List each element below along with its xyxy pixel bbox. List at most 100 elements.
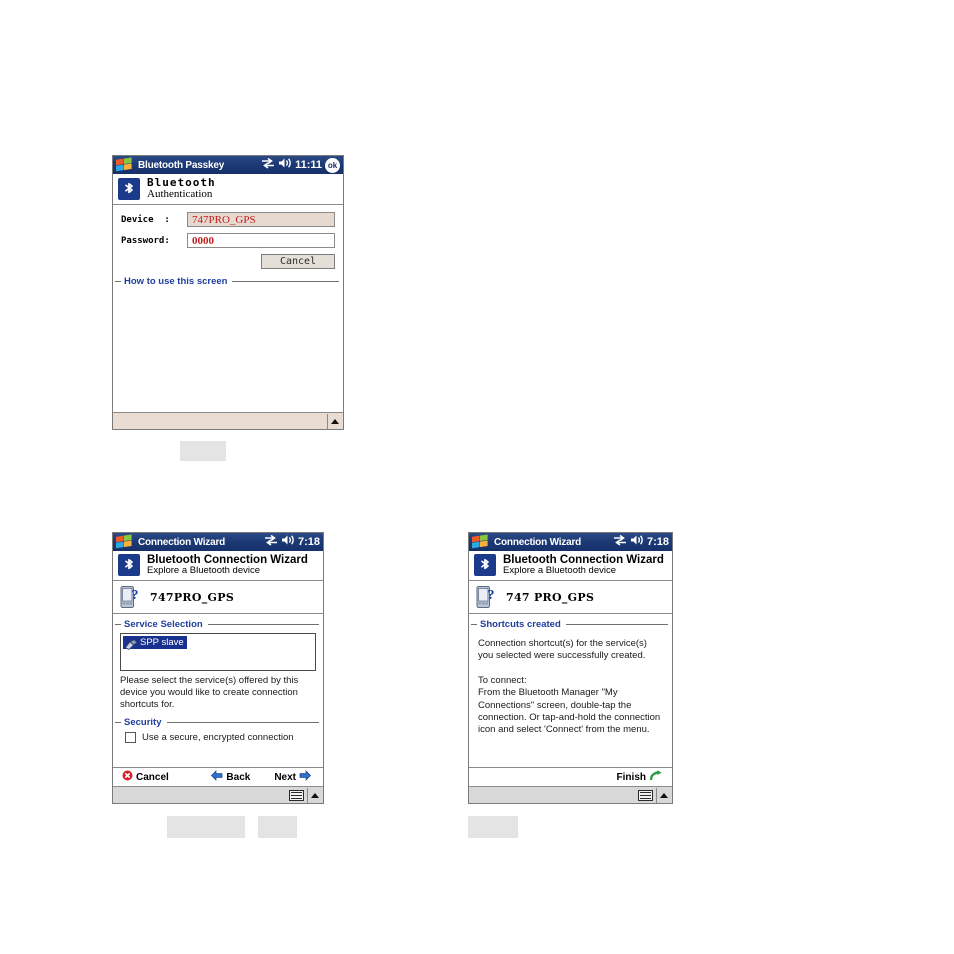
- svg-text:?: ?: [488, 588, 495, 603]
- panel3-header-text: Bluetooth Connection Wizard Explore a Bl…: [503, 554, 664, 576]
- panel2-softbar: [113, 786, 323, 803]
- help-group-heading: How to use this screen: [113, 276, 343, 287]
- sip-separator: [656, 787, 657, 803]
- finish-button[interactable]: Finish: [614, 769, 662, 785]
- panel3-tray: 7:18: [613, 533, 672, 551]
- caption-box-1: [180, 441, 226, 461]
- panel3-clock: 7:18: [646, 536, 669, 548]
- device-row: Device : 747PRO_GPS: [121, 212, 335, 228]
- password-row: Password: 0000: [121, 233, 335, 249]
- cancel-button[interactable]: Cancel: [261, 254, 335, 270]
- connection-wizard-finish-window: Connection Wizard 7:18 Bluetooth Connect…: [468, 532, 673, 804]
- windows-start-flag-icon[interactable]: [114, 534, 134, 550]
- panel2-titlebar: Connection Wizard 7:18: [113, 533, 323, 551]
- panel2-header-line2: Explore a Bluetooth device: [147, 565, 261, 577]
- security-group-heading: Security: [113, 717, 323, 728]
- group-rule: [232, 281, 339, 283]
- up-caret-icon[interactable]: [331, 418, 339, 424]
- panel2-command-bar: Cancel Back Next: [113, 767, 323, 786]
- panel1-clock: 11:11: [295, 159, 322, 171]
- next-arrow-icon: [299, 770, 311, 784]
- panel3-sip-area: [638, 787, 672, 803]
- group-dash: [471, 624, 477, 626]
- volume-icon[interactable]: [278, 156, 292, 174]
- help-body-blank: [113, 290, 343, 412]
- service-selection-label: Service Selection: [124, 619, 203, 631]
- connectivity-icon[interactable]: [264, 533, 278, 551]
- pda-device-question-icon: ?: [119, 585, 140, 609]
- service-plug-icon: [124, 637, 138, 651]
- windows-start-flag-icon[interactable]: [114, 157, 134, 173]
- list-item-label: SPP slave: [140, 637, 184, 649]
- panel3-command-bar: Finish: [469, 767, 672, 786]
- service-list[interactable]: SPP slave: [120, 633, 316, 672]
- panel3-header-line2: Explore a Bluetooth device: [503, 565, 617, 577]
- ok-button[interactable]: ok: [325, 157, 340, 173]
- panel2-clock: 7:18: [297, 536, 320, 548]
- panel1-header-text: Bluetooth Authentication: [147, 177, 216, 200]
- back-button[interactable]: Back: [211, 770, 253, 784]
- finish-arrow-icon: [649, 769, 662, 785]
- cancel-x-icon: [122, 770, 133, 784]
- panel3-device-row: ? 747 PRO_GPS: [469, 581, 672, 615]
- panel2-header-text: Bluetooth Connection Wizard Explore a Bl…: [147, 554, 308, 576]
- panel1-sip-area: [324, 413, 343, 429]
- bluetooth-logo-icon: [118, 177, 140, 200]
- panel2-tray: 7:18: [264, 533, 323, 551]
- svg-text:?: ?: [132, 588, 139, 603]
- group-rule: [207, 624, 319, 626]
- panel3-title: Connection Wizard: [494, 536, 582, 548]
- password-field[interactable]: 0000: [187, 233, 335, 249]
- panel2-title: Connection Wizard: [138, 536, 226, 548]
- windows-start-flag-icon[interactable]: [470, 534, 490, 550]
- bluetooth-logo-icon: [118, 554, 140, 577]
- group-dash: [115, 624, 121, 626]
- pda-device-question-icon: ?: [475, 585, 496, 609]
- panel3-device-name: 747 PRO_GPS: [506, 590, 595, 604]
- group-rule: [166, 721, 319, 723]
- back-label: Back: [226, 771, 251, 783]
- next-label: Next: [274, 771, 296, 783]
- caption-box-4: [468, 816, 518, 838]
- secure-connection-checkbox[interactable]: [125, 731, 136, 743]
- device-label: Device :: [121, 214, 170, 225]
- cancel-label: Cancel: [136, 771, 169, 783]
- button-row: Cancel: [121, 254, 335, 270]
- panel3-header: Bluetooth Connection Wizard Explore a Bl…: [469, 551, 672, 582]
- panel2-spacer: [113, 747, 323, 768]
- secure-connection-row[interactable]: Use a secure, encrypted connection: [113, 731, 323, 747]
- volume-icon[interactable]: [630, 533, 644, 551]
- next-button[interactable]: Next: [271, 770, 311, 784]
- panel2-header: Bluetooth Connection Wizard Explore a Bl…: [113, 551, 323, 582]
- panel1-header-line2: Authentication: [147, 187, 213, 200]
- cancel-button[interactable]: Cancel: [122, 770, 172, 784]
- up-caret-icon[interactable]: [311, 792, 319, 798]
- panel3-titlebar: Connection Wizard 7:18: [469, 533, 672, 551]
- shortcuts-body-text: Connection shortcut(s) for the service(s…: [478, 638, 661, 736]
- sip-separator: [307, 787, 308, 803]
- help-group-label: How to use this screen: [124, 276, 228, 288]
- panel2-device-name: 747PRO_GPS: [150, 590, 235, 604]
- finish-label: Finish: [616, 771, 646, 783]
- list-item[interactable]: SPP slave: [123, 636, 187, 651]
- connectivity-icon[interactable]: [261, 156, 275, 174]
- service-hint-text: Please select the service(s) offered by …: [120, 675, 299, 711]
- soft-keyboard-icon[interactable]: [289, 789, 304, 801]
- panel1-header: Bluetooth Authentication: [113, 174, 343, 206]
- panel1-titlebar: Bluetooth Passkey 11:11 ok: [113, 156, 343, 174]
- group-rule: [565, 624, 668, 626]
- panel2-sip-area: [289, 787, 323, 803]
- secure-connection-label: Use a secure, encrypted connection: [142, 731, 294, 743]
- caption-box-3: [258, 816, 297, 838]
- shortcuts-created-label: Shortcuts created: [480, 619, 561, 631]
- connectivity-icon[interactable]: [613, 533, 627, 551]
- volume-icon[interactable]: [281, 533, 295, 551]
- panel1-softbar: [113, 412, 343, 429]
- soft-keyboard-icon[interactable]: [638, 789, 653, 801]
- up-caret-icon[interactable]: [660, 792, 668, 798]
- group-dash: [115, 281, 121, 283]
- group-dash: [115, 721, 121, 723]
- caption-box-2: [167, 816, 245, 838]
- bluetooth-passkey-window: Bluetooth Passkey 11:11 ok Bluetooth Aut…: [112, 155, 344, 430]
- password-label: Password:: [121, 235, 170, 246]
